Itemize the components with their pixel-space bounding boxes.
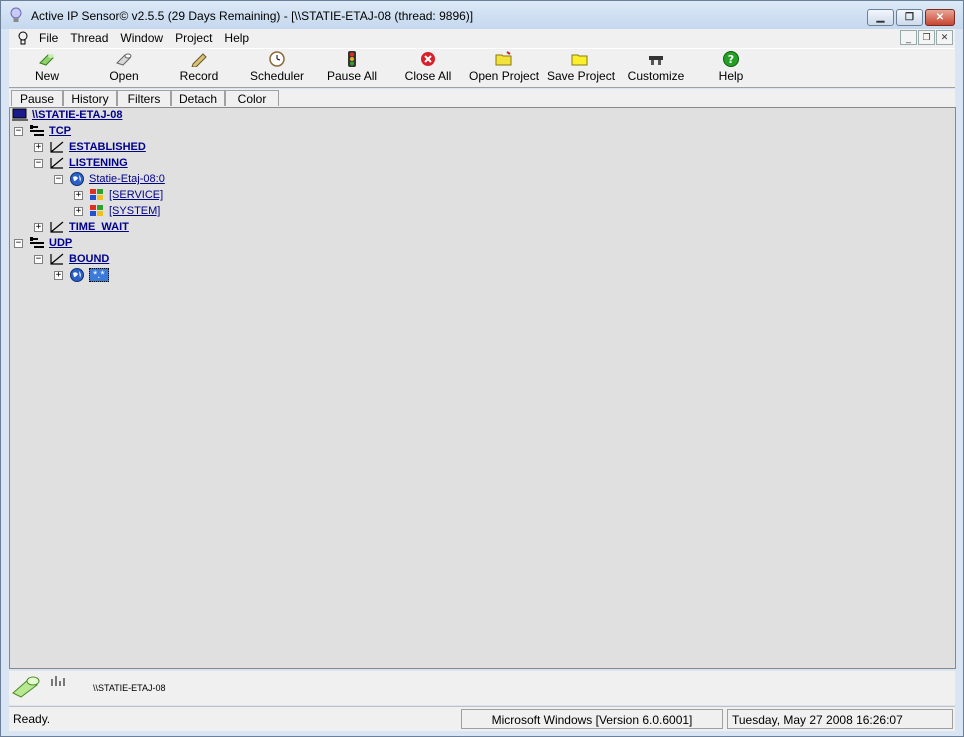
tree-node-tcp[interactable]: − TCP xyxy=(14,124,71,138)
state-icon xyxy=(50,141,64,153)
expand-icon[interactable]: + xyxy=(74,190,83,200)
globe-icon xyxy=(70,172,84,186)
menu-help[interactable]: Help xyxy=(224,31,257,45)
tree-node-service[interactable]: + [SERVICE] xyxy=(74,188,163,202)
scheduler-button[interactable]: Scheduler xyxy=(249,51,305,87)
status-text: Ready. xyxy=(13,712,51,726)
mdi-restore-button[interactable]: ❐ xyxy=(918,30,935,45)
status-bar: Ready. Microsoft Windows [Version 6.0.60… xyxy=(9,706,955,731)
mdi-close-button[interactable]: ✕ xyxy=(936,30,953,45)
tree-node-udp[interactable]: − UDP xyxy=(14,236,72,250)
help-button[interactable]: ? Help xyxy=(717,51,745,87)
tools-icon xyxy=(649,56,663,65)
tree-node-listen-host[interactable]: − Statie-Etaj-08:0 xyxy=(54,172,165,186)
customize-button[interactable]: Customize xyxy=(627,51,685,87)
collapse-icon[interactable]: − xyxy=(54,174,63,184)
action-tab-bar: Pause History Filters Detach Color xyxy=(9,89,955,108)
folder-open-icon xyxy=(495,51,512,66)
help-icon: ? xyxy=(723,51,739,67)
open-button[interactable]: Open xyxy=(107,51,141,87)
new-icon xyxy=(39,54,54,66)
open-icon xyxy=(116,53,132,66)
pause-all-button[interactable]: Pause All xyxy=(327,51,377,87)
menu-bar: File Thread Window Project Help _ ❐ ✕ xyxy=(9,29,955,48)
tree-node-root[interactable]: \\STATIE-ETAJ-08 xyxy=(12,108,122,122)
tree-node-time-wait[interactable]: + TIME_WAIT xyxy=(34,220,129,234)
clock-icon xyxy=(269,51,285,67)
computer-icon xyxy=(12,108,28,121)
windows-process-icon xyxy=(90,205,103,216)
tree-node-bound-item[interactable]: + *.* xyxy=(54,268,109,282)
save-project-button[interactable]: Save Project xyxy=(547,51,615,87)
svg-text:?: ? xyxy=(728,53,734,66)
window-title: Active IP Sensor© v2.5.5 (29 Days Remain… xyxy=(31,9,474,23)
tree-node-established[interactable]: + ESTABLISHED xyxy=(34,140,146,154)
maximize-button[interactable]: ❐ xyxy=(896,9,923,26)
globe-icon xyxy=(70,268,84,282)
expand-icon[interactable]: + xyxy=(74,206,83,216)
menu-project[interactable]: Project xyxy=(175,31,220,45)
title-bar[interactable]: Active IP Sensor© v2.5.5 (29 Days Remain… xyxy=(1,1,963,29)
state-icon xyxy=(50,253,64,265)
tab-color[interactable]: Color xyxy=(225,90,279,106)
tree-node-system[interactable]: + [SYSTEM] xyxy=(74,204,160,218)
network-icon xyxy=(30,237,44,248)
collapse-icon[interactable]: − xyxy=(14,126,23,136)
network-icon xyxy=(30,125,44,136)
tree-node-bound[interactable]: − BOUND xyxy=(34,252,109,266)
tab-filters[interactable]: Filters xyxy=(117,90,171,106)
expand-icon[interactable]: + xyxy=(54,270,63,280)
mdi-minimize-button[interactable]: _ xyxy=(900,30,917,45)
lightbulb-icon xyxy=(10,7,22,22)
tab-pause[interactable]: Pause xyxy=(11,90,63,106)
status-datetime: Tuesday, May 27 2008 16:26:07 xyxy=(727,709,953,729)
expand-icon[interactable]: + xyxy=(34,142,43,152)
restore-icon: ❐ xyxy=(905,12,914,23)
tab-history[interactable]: History xyxy=(63,90,117,106)
collapse-icon[interactable]: − xyxy=(34,158,43,168)
state-icon xyxy=(50,157,64,169)
sensor-icon xyxy=(12,676,40,698)
status-os: Microsoft Windows [Version 6.0.6001] xyxy=(461,709,723,729)
open-project-button[interactable]: Open Project xyxy=(469,51,539,87)
toolbar: New Open Record Scheduler Pause All Clos… xyxy=(9,48,955,88)
lightbulb-icon[interactable] xyxy=(17,31,29,46)
connection-tree[interactable]: \\STATIE-ETAJ-08 − TCP + ESTABLISHED − L… xyxy=(9,107,956,669)
collapse-icon[interactable]: − xyxy=(14,238,23,248)
bound-item-label[interactable]: *.* xyxy=(89,268,109,282)
close-button[interactable]: ✕ xyxy=(925,9,955,26)
minimize-button[interactable]: ▁ xyxy=(867,9,894,26)
state-icon xyxy=(50,221,64,233)
minimize-icon: ▁ xyxy=(876,12,885,23)
collapse-icon[interactable]: − xyxy=(34,254,43,264)
thread-host-label: \\STATIE-ETAJ-08 xyxy=(93,683,166,693)
record-button[interactable]: Record xyxy=(179,51,219,87)
traffic-light-icon xyxy=(348,51,356,67)
chart-icon xyxy=(51,676,65,686)
folder-icon xyxy=(571,54,588,66)
close-all-button[interactable]: Close All xyxy=(404,51,452,87)
stop-icon xyxy=(421,52,435,66)
windows-process-icon xyxy=(90,189,103,200)
menu-window[interactable]: Window xyxy=(120,31,171,45)
tree-node-listening[interactable]: − LISTENING xyxy=(34,156,128,170)
menu-thread[interactable]: Thread xyxy=(70,31,116,45)
pencil-icon xyxy=(191,53,207,67)
close-icon: ✕ xyxy=(935,12,945,23)
new-button[interactable]: New xyxy=(31,51,63,87)
expand-icon[interactable]: + xyxy=(34,222,43,232)
menu-file[interactable]: File xyxy=(39,31,66,45)
app-window: Active IP Sensor© v2.5.5 (29 Days Remain… xyxy=(0,0,964,737)
tab-detach[interactable]: Detach xyxy=(171,90,225,106)
info-panel: \\STATIE-ETAJ-08 xyxy=(9,671,955,705)
